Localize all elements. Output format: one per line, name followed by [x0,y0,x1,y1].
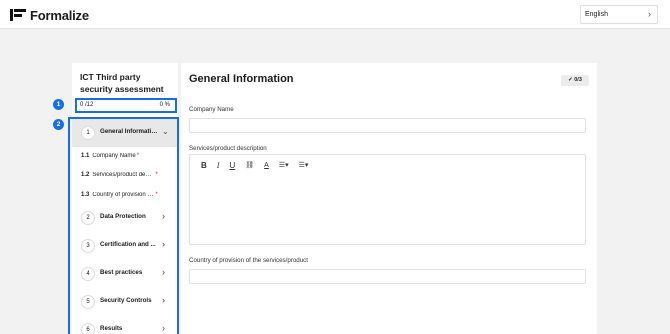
highlight-box-sections [68,117,179,334]
logo[interactable]: Formalize [10,7,89,23]
country-label: Country of provision of the services/pro… [189,257,308,264]
annotation-badge-2: 2 [53,119,64,130]
text-color-icon[interactable]: A [264,162,269,169]
editor-toolbar: B I U ⛓ A ☰▾ ☰▾ [201,159,318,171]
company-name-input[interactable] [189,118,586,133]
highlight-box-progress [75,98,177,113]
bulleted-list-icon[interactable]: ☰▾ [299,161,309,169]
country-input[interactable] [189,269,586,284]
bold-icon[interactable]: B [201,161,207,170]
formalize-logo-icon [10,9,26,21]
numbered-list-icon[interactable]: ☰▾ [279,161,289,169]
italic-icon[interactable]: I [217,161,220,170]
services-label: Services/product description [189,145,267,152]
language-value: English [585,11,608,18]
company-name-label: Company Name [189,106,234,113]
app-name: Formalize [30,7,89,23]
chevron-right-icon: › [648,9,651,19]
annotation-badge-1: 1 [53,99,64,110]
status-badge: ✓ 0/3 [561,75,589,86]
link-icon[interactable]: ⛓ [245,161,254,169]
survey-title: ICT Third party security assessment [80,72,164,94]
main-panel: General Information ✓ 0/3 Company Name S… [181,63,597,334]
underline-icon[interactable]: U [229,161,235,170]
page-title: General Information [189,73,294,85]
top-bar: Formalize English › [0,0,670,29]
language-select[interactable]: English › [580,5,658,24]
